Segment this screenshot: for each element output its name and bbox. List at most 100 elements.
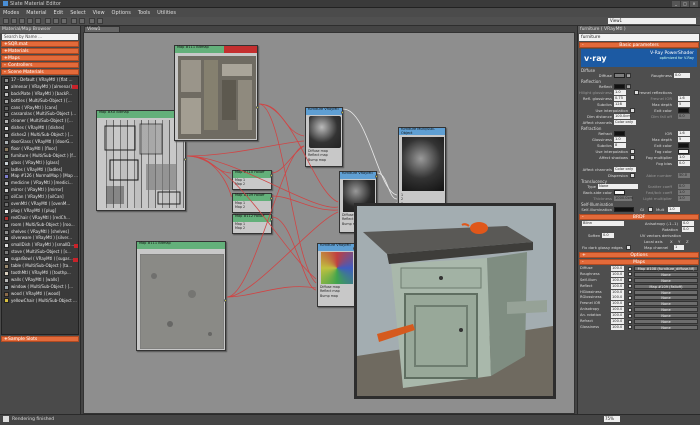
map-slot-button[interactable]: None — [634, 271, 698, 277]
list-item[interactable]: silverware ( VRayMtl ) [silver... — [2, 235, 78, 242]
brdf-type-dropdown[interactable]: Blinn — [582, 221, 624, 226]
refr-use-interpolation-checkbox[interactable] — [630, 149, 635, 154]
map-channel-field[interactable]: 1 — [674, 245, 684, 250]
map-amount-field[interactable]: 100.0 — [611, 289, 624, 295]
fog-multiplier-field[interactable]: 1.0 — [678, 155, 690, 160]
fix-dark-edges-checkbox[interactable] — [626, 245, 631, 250]
hilight-glossiness-field[interactable]: 1.0 — [614, 90, 626, 95]
map-enable-checkbox[interactable] — [628, 301, 632, 306]
list-item[interactable]: mirror ( VRayMtl ) [mirror] — [2, 187, 78, 194]
material-name-field[interactable]: furniture — [579, 34, 699, 41]
list-item[interactable]: backPlate ( VRayMtl ) [backP... — [2, 91, 78, 98]
soften-field[interactable]: 0.0 — [602, 233, 614, 238]
list-item[interactable]: dishes ( VRayMtl ) [dishes] — [2, 125, 78, 132]
move-children-icon[interactable] — [45, 18, 51, 24]
roughness-field[interactable]: 0.0 — [674, 73, 690, 78]
reflect-map-button[interactable]: M — [626, 84, 631, 89]
list-item[interactable]: cans ( VRayMtl ) [cans] — [2, 105, 78, 112]
diffuse-color-swatch[interactable] — [614, 73, 625, 78]
refr-affect-channels-dropdown[interactable]: Color only — [614, 167, 636, 172]
output-port[interactable] — [224, 299, 227, 302]
node-falloff-2[interactable]: Map #109 Falloff Map 1 Map 2 — [232, 193, 273, 213]
minimize-icon[interactable]: _ — [672, 1, 680, 7]
map-slot-button[interactable]: None — [634, 307, 698, 313]
list-item[interactable]: plug ( VRayMtl ) [plug] — [2, 208, 78, 215]
maximize-icon[interactable]: □ — [681, 1, 689, 7]
node-falloff-3[interactable]: Map #112 Falloff Map 1 Map 2 — [232, 214, 273, 234]
map-slot-button[interactable]: Map #108 (furniture_diffuse.tif) — [634, 266, 698, 271]
map-enable-checkbox[interactable] — [628, 266, 632, 271]
map-enable-checkbox[interactable] — [628, 278, 632, 283]
dim-distance-field[interactable]: 100.0cm — [614, 114, 631, 119]
list-item[interactable]: doorGlass ( VRayMtl ) [doorG... — [2, 139, 78, 146]
map-slot-button[interactable]: None — [634, 277, 698, 283]
map-slot-button[interactable]: None — [634, 313, 698, 319]
exit-color-swatch[interactable] — [678, 108, 689, 113]
map-amount-field[interactable]: 100.0 — [611, 324, 624, 330]
list-item[interactable]: wood ( VRayMtl ) [wood] — [2, 291, 78, 298]
menu-edit[interactable]: Edit — [54, 10, 64, 16]
list-item[interactable]: almenar ( VRayMtl ) [almenar] — [2, 84, 78, 91]
node-vraymtl-1[interactable]: furniture VRayMtl Diffuse map Reflect ma… — [305, 107, 344, 167]
map-amount-field[interactable]: 100.0 — [611, 266, 624, 271]
diffuse-map-button[interactable]: M — [626, 73, 631, 78]
back-side-color-swatch[interactable] — [614, 190, 625, 195]
refl-glossiness-field[interactable]: 0.75 — [614, 96, 626, 101]
rollout-sqr[interactable]: +SQR.mat — [1, 41, 79, 47]
map-slot-button[interactable]: None — [634, 295, 698, 301]
dim-falloff-field[interactable]: 0.0 — [678, 114, 690, 119]
list-item[interactable]: cleaner ( Multi/Sub-Object ) [... — [2, 118, 78, 125]
menu-material[interactable]: Material — [26, 10, 46, 16]
map-enable-checkbox[interactable] — [628, 313, 632, 318]
list-item[interactable]: smallDish ( VRayMtl ) [smallD... — [2, 242, 78, 249]
local-axis-radio[interactable]: Local axis — [644, 239, 663, 244]
map-amount-field[interactable]: 100.0 — [611, 313, 624, 319]
output-port[interactable] — [270, 174, 273, 177]
scatter-coeff-field[interactable]: 0.0 — [678, 184, 690, 189]
node-slot[interactable]: Map 2 — [233, 226, 271, 230]
map-amount-field[interactable]: 100.0 — [611, 295, 624, 301]
map-slot-button[interactable]: Map #109 (Falloff) — [634, 283, 698, 289]
gi-checkbox[interactable] — [648, 207, 653, 212]
map-channel-radio[interactable]: Map channel — [644, 245, 668, 250]
section-basic-parameters[interactable]: - Basic parameters — [579, 42, 699, 48]
output-port[interactable] — [270, 197, 273, 200]
node-bitmap-1[interactable]: Map #XX Bitmap — [96, 110, 187, 211]
map-slot-button[interactable]: None — [634, 324, 698, 330]
list-item[interactable]: redChair ( VRayMtl ) [redCh... — [2, 215, 78, 222]
node-falloff-1[interactable]: Map #110 Falloff Map 1 Map 2 — [232, 170, 273, 190]
put-to-scene-icon[interactable] — [19, 18, 25, 24]
menu-modes[interactable]: Modes — [3, 10, 19, 16]
list-item[interactable]: shelves ( VRayMtl ) [shelves] — [2, 229, 78, 236]
list-item[interactable]: walls ( VRayMtl ) [walls] — [2, 277, 78, 284]
translucency-type-dropdown[interactable]: None — [598, 184, 638, 189]
output-port[interactable] — [270, 218, 273, 221]
dispersion-checkbox[interactable] — [630, 173, 635, 178]
fresnel-checkbox[interactable] — [634, 90, 639, 95]
list-item[interactable]: oilCan ( VRayMtl ) [oilCan] — [2, 194, 78, 201]
material-parameter-icon[interactable] — [89, 18, 95, 24]
map-enable-checkbox[interactable] — [628, 307, 632, 312]
node-bitmap-2[interactable]: Map #111 Bitmap — [174, 45, 259, 141]
list-item[interactable]: cassarolas ( Multi/Sub-Object )... — [2, 111, 78, 118]
use-interpolation-checkbox[interactable] — [630, 108, 635, 113]
axis-y-option[interactable]: Y — [678, 239, 680, 244]
map-slot-button[interactable]: None — [634, 301, 698, 307]
refr-max-depth-field[interactable]: 5 — [678, 137, 690, 142]
select-tool-icon[interactable] — [3, 18, 9, 24]
map-amount-field[interactable]: 100.0 — [611, 319, 624, 325]
map-enable-checkbox[interactable] — [628, 290, 632, 295]
rollout-controllers[interactable]: - Controllers — [1, 62, 79, 68]
mult-field[interactable]: 1.0 — [668, 207, 680, 212]
map-enable-checkbox[interactable] — [628, 284, 632, 289]
search-input[interactable]: Search by Name ... — [2, 34, 78, 40]
section-maps[interactable]: - Maps — [579, 259, 699, 265]
list-item[interactable]: Map #126 ( NormalMap ) [Map ... — [2, 173, 78, 180]
list-item[interactable]: stove ( Multi/Sub-Object ) [s... — [2, 249, 78, 256]
map-slot-button[interactable]: None — [634, 289, 698, 295]
delete-icon[interactable] — [35, 18, 41, 24]
axis-z-option[interactable]: Z — [686, 239, 689, 244]
layout-children-icon[interactable] — [79, 18, 85, 24]
map-enable-checkbox[interactable] — [628, 325, 632, 330]
menu-utilities[interactable]: Utilities — [157, 10, 176, 16]
